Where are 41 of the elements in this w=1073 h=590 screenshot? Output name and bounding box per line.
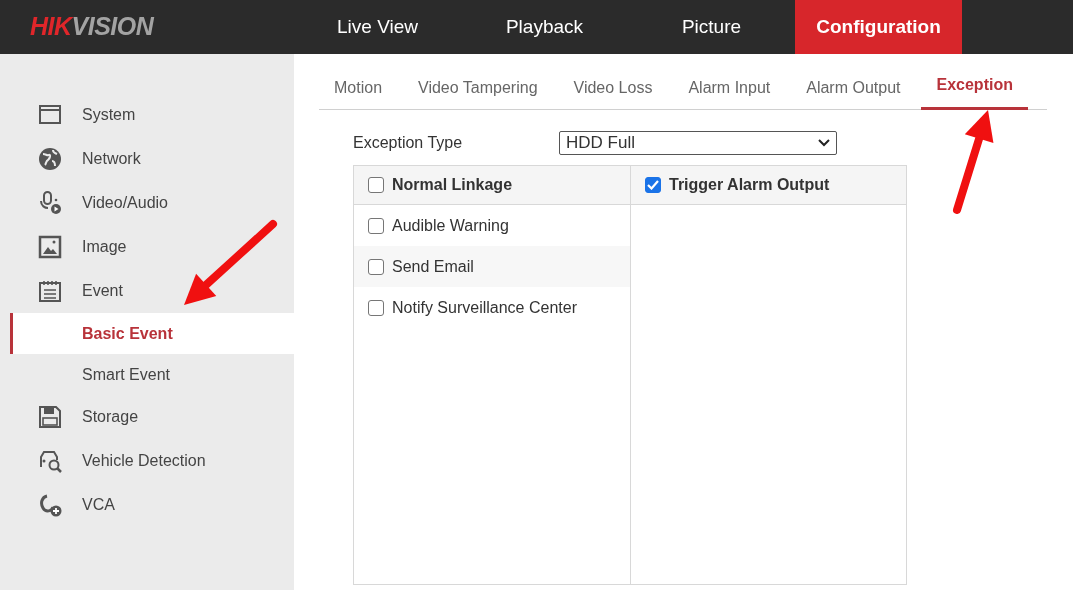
image-icon <box>38 235 62 259</box>
checkbox[interactable] <box>368 258 384 275</box>
tab[interactable]: Video Tampering <box>403 76 553 110</box>
column-header: Trigger Alarm Output <box>669 175 830 195</box>
tab[interactable]: Alarm Input <box>673 76 786 110</box>
nav-tab[interactable]: Picture <box>628 0 795 54</box>
logo: HIKVISION <box>30 12 154 41</box>
caret-icon <box>818 139 830 147</box>
sidebar-item[interactable]: Image <box>0 225 294 269</box>
sidebar-item[interactable]: Video/Audio <box>0 181 294 225</box>
sidebar-item[interactable]: Network <box>0 137 294 181</box>
tab[interactable]: Alarm Output <box>791 76 916 110</box>
sidebar-item[interactable]: Storage <box>0 395 294 439</box>
checkbox[interactable] <box>368 299 384 316</box>
window-icon <box>38 103 62 127</box>
nav-tab[interactable]: Live View <box>294 0 461 54</box>
nav-tab[interactable]: Playback <box>461 0 628 54</box>
checkbox-label: Send Email <box>392 256 474 277</box>
tab[interactable]: Video Loss <box>558 76 668 110</box>
vca-icon <box>38 493 62 517</box>
sidebar-item[interactable]: Event <box>0 269 294 313</box>
globe-icon <box>38 147 62 171</box>
field-label: Exception Type <box>353 133 464 153</box>
exception-type-dropdown[interactable]: HDD Full <box>559 131 837 155</box>
checkbox-label: Notify Surveillance Center <box>392 297 577 318</box>
checkbox[interactable] <box>645 177 661 193</box>
microphone-icon <box>38 191 62 215</box>
checkbox[interactable] <box>368 217 384 234</box>
vehicle-search-icon <box>38 449 62 473</box>
sidebar-item[interactable]: VCA <box>0 483 294 527</box>
sidebar-subitem[interactable]: Smart Event <box>0 354 294 395</box>
nav-tab[interactable]: Configuration <box>795 0 962 54</box>
column-header: Normal Linkage <box>392 175 513 195</box>
tab[interactable]: Motion <box>319 76 398 110</box>
sidebar-item[interactable]: Vehicle Detection <box>0 439 294 483</box>
sidebar-item[interactable]: System <box>0 93 294 137</box>
sidebar-subitem[interactable]: Basic Event <box>10 313 294 354</box>
tab[interactable]: Exception <box>921 73 1028 110</box>
checkbox[interactable] <box>368 177 384 193</box>
calendar-icon <box>38 279 62 303</box>
checkbox-label: Audible Warning <box>392 215 509 236</box>
